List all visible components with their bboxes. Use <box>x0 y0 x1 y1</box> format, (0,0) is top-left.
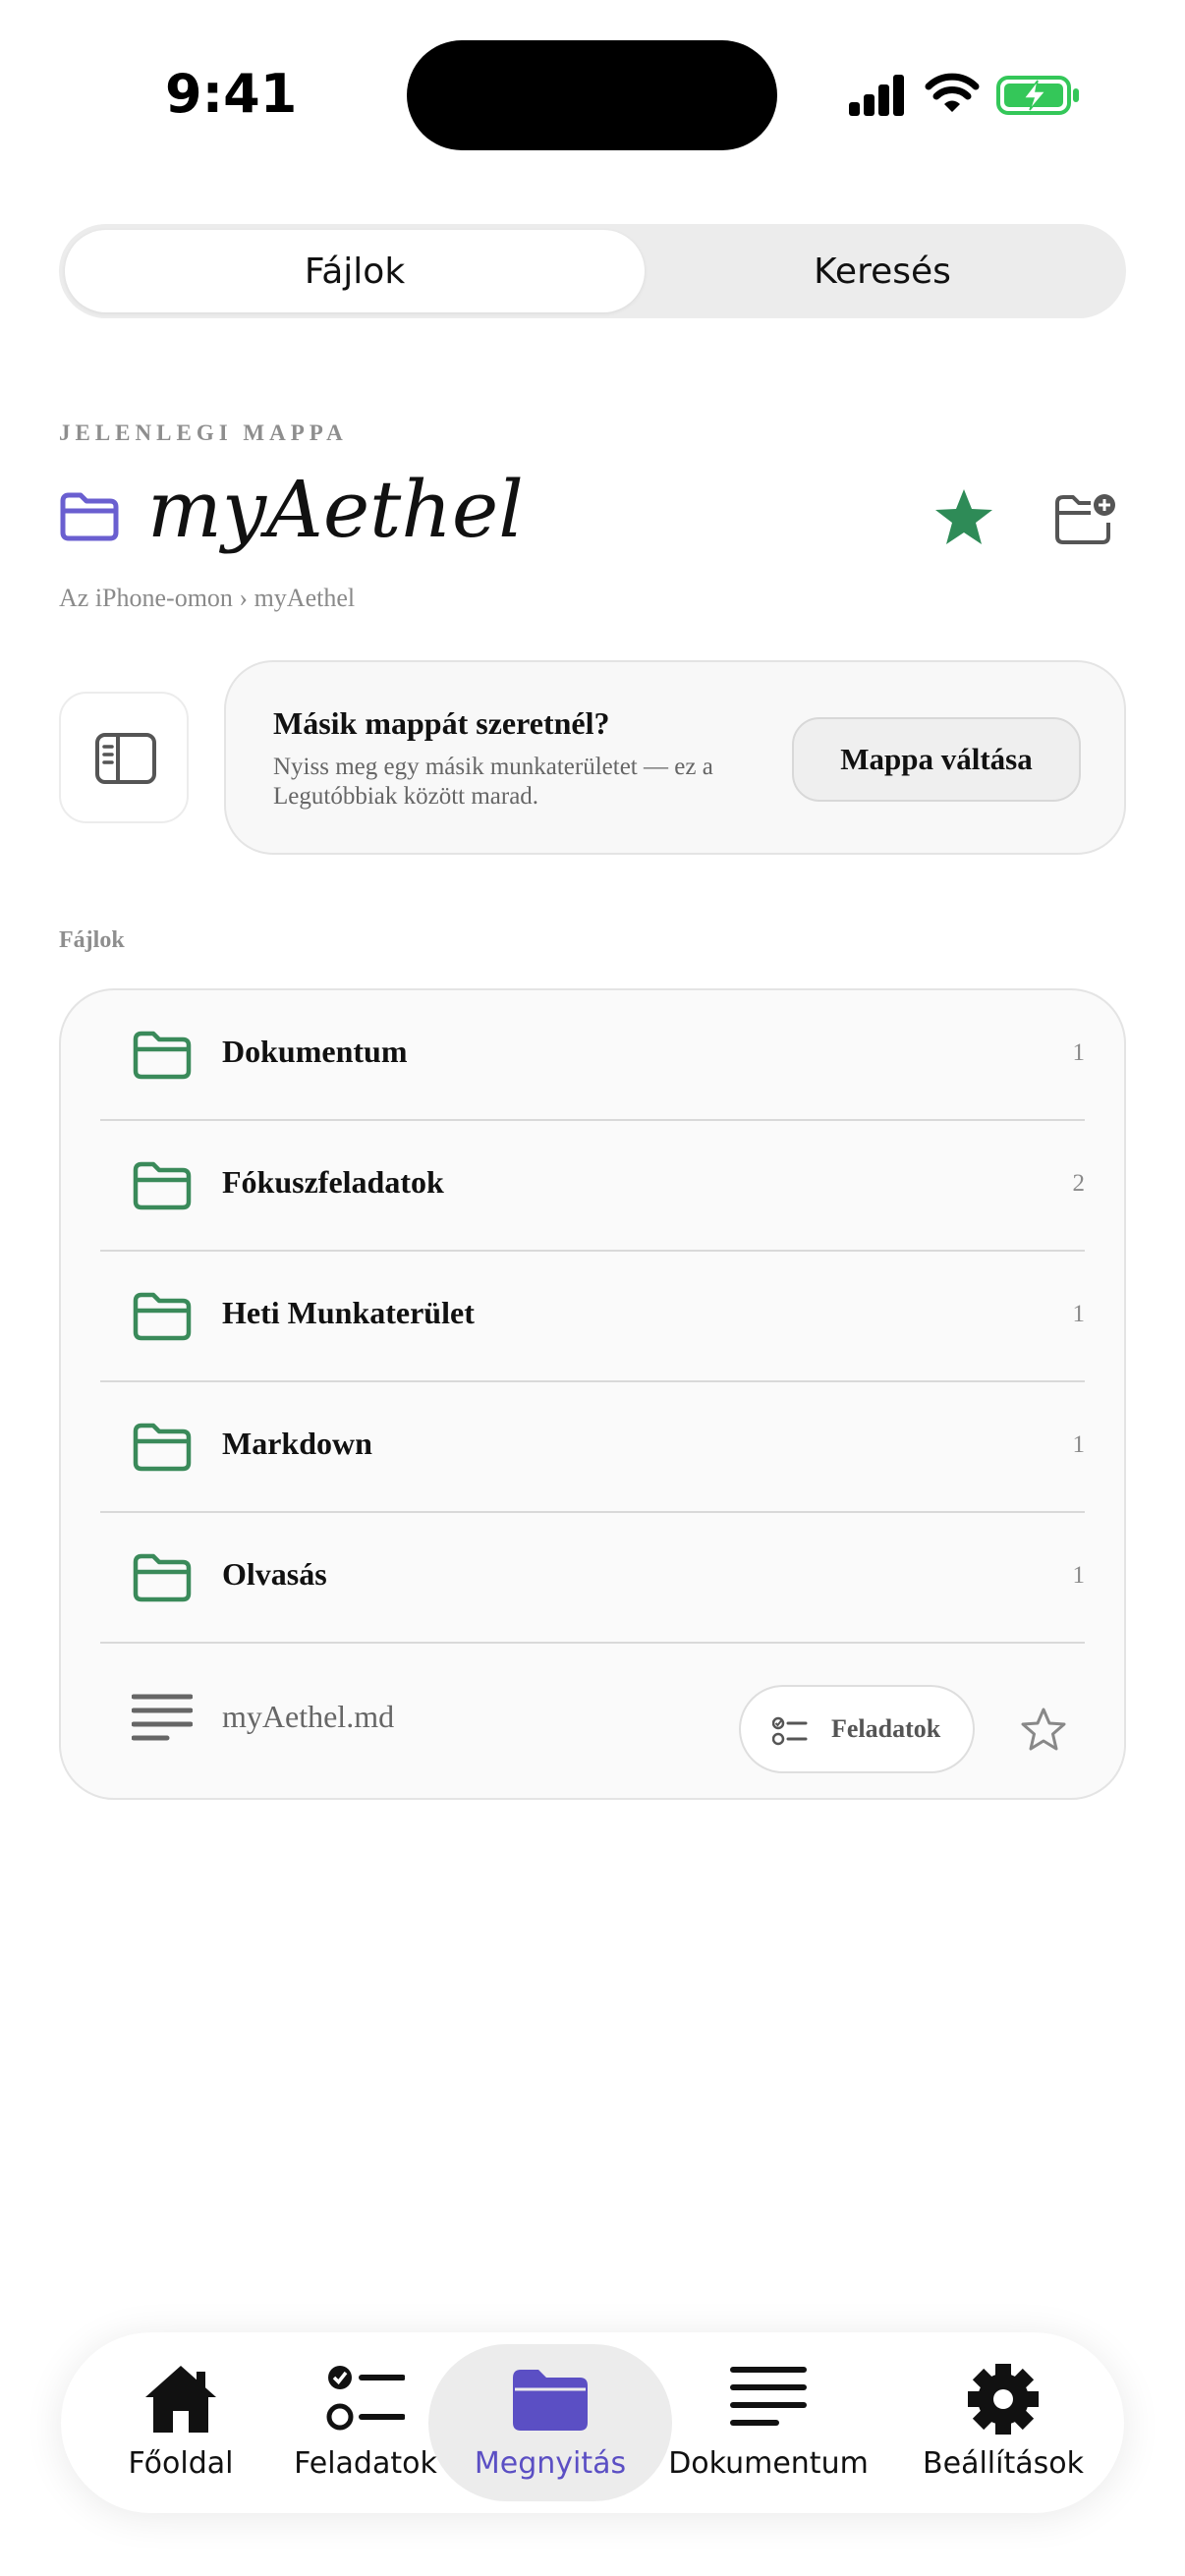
cellular-signal-icon <box>849 75 906 116</box>
folder-icon <box>133 1553 192 1602</box>
tab-document[interactable]: Dokumentum <box>660 2332 876 2513</box>
status-bar: 9:41 <box>0 0 1185 177</box>
folder-icon <box>133 1292 192 1341</box>
status-time: 9:41 <box>165 63 298 125</box>
tab-settings[interactable]: Beállítások <box>882 2332 1124 2513</box>
files-search-segmented-control: Fájlok Keresés <box>59 224 1126 318</box>
favorite-star-icon[interactable] <box>931 485 996 550</box>
segment-files[interactable]: Fájlok <box>65 230 645 312</box>
files-section-caption: Fájlok <box>59 927 125 953</box>
document-lines-icon <box>132 1694 193 1741</box>
folder-name: Markdown <box>222 1426 372 1461</box>
page-title: myAethel <box>147 464 524 555</box>
folder-name: Fókuszfeladatok <box>222 1164 444 1200</box>
folder-row-heti-munkaterulet[interactable]: Heti Munkaterület 1 <box>100 1252 1085 1382</box>
tab-home[interactable]: Főoldal <box>61 2332 301 2513</box>
breadcrumb: Az iPhone-omon › myAethel <box>59 584 356 612</box>
segment-search[interactable]: Keresés <box>645 230 1120 312</box>
document-name: myAethel.md <box>222 1699 395 1734</box>
folder-name: Heti Munkaterület <box>222 1295 475 1330</box>
folder-row-dokumentum[interactable]: Dokumentum 1 <box>100 990 1085 1121</box>
house-icon <box>145 2366 216 2433</box>
document-icon <box>730 2367 807 2426</box>
folder-name: Dokumentum <box>222 1034 408 1069</box>
folder-item-count: 1 <box>1072 1301 1086 1327</box>
folder-row-olvasas[interactable]: Olvasás 1 <box>100 1513 1085 1644</box>
tab-bar: Főoldal Feladatok Megnyitás Dokumentum B… <box>61 2332 1124 2513</box>
current-folder-caption: JELENLEGI MAPPA <box>59 420 348 445</box>
switch-folder-button[interactable]: Mappa váltása <box>792 717 1081 802</box>
checklist-icon <box>772 1716 808 1746</box>
gear-icon <box>968 2364 1039 2435</box>
folder-icon <box>513 2370 588 2431</box>
tasks-chip-button[interactable]: Feladatok <box>739 1685 975 1773</box>
star-outline-icon[interactable] <box>1020 1707 1067 1752</box>
battery-charging-icon <box>996 76 1079 115</box>
dynamic-island <box>407 40 777 150</box>
tab-tasks[interactable]: Feladatok <box>277 2332 454 2513</box>
switch-folder-card: Másik mappát szeretnél? Nyiss meg egy má… <box>224 660 1126 855</box>
sidebar-toggle-button[interactable] <box>59 692 189 823</box>
folder-name: Olvasás <box>222 1556 327 1592</box>
folder-item-count: 1 <box>1072 1039 1086 1066</box>
folder-row-markdown[interactable]: Markdown 1 <box>100 1382 1085 1513</box>
switch-folder-description: Nyiss meg egy másik munkaterületet — ez … <box>273 754 713 810</box>
folder-item-count: 2 <box>1072 1170 1086 1197</box>
folder-row-fokuszfeladatok[interactable]: Fókuszfeladatok 2 <box>100 1121 1085 1252</box>
wifi-icon <box>925 73 980 112</box>
folder-item-count: 1 <box>1072 1562 1086 1589</box>
folder-item-count: 1 <box>1072 1431 1086 1458</box>
document-row[interactable]: myAethel.md Feladatok <box>100 1644 1085 1801</box>
files-list: Dokumentum 1 Fókuszfeladatok 2 Heti Munk… <box>59 988 1126 1800</box>
folder-icon <box>60 492 119 541</box>
tab-open[interactable]: Megnyitás <box>428 2332 672 2513</box>
folder-icon <box>133 1031 192 1080</box>
folder-icon <box>133 1161 192 1210</box>
tasks-chip-label: Feladatok <box>831 1714 941 1743</box>
tab-label: Főoldal <box>128 2446 234 2481</box>
tasks-icon <box>326 2366 405 2431</box>
folder-icon <box>133 1423 192 1472</box>
tab-label: Feladatok <box>294 2446 437 2481</box>
switch-folder-title: Másik mappát szeretnél? <box>273 705 610 741</box>
sidebar-icon <box>95 733 156 784</box>
tab-label: Megnyitás <box>474 2446 627 2481</box>
tab-label: Dokumentum <box>668 2446 869 2481</box>
new-folder-icon[interactable] <box>1053 491 1118 546</box>
tab-label: Beállítások <box>923 2446 1084 2481</box>
